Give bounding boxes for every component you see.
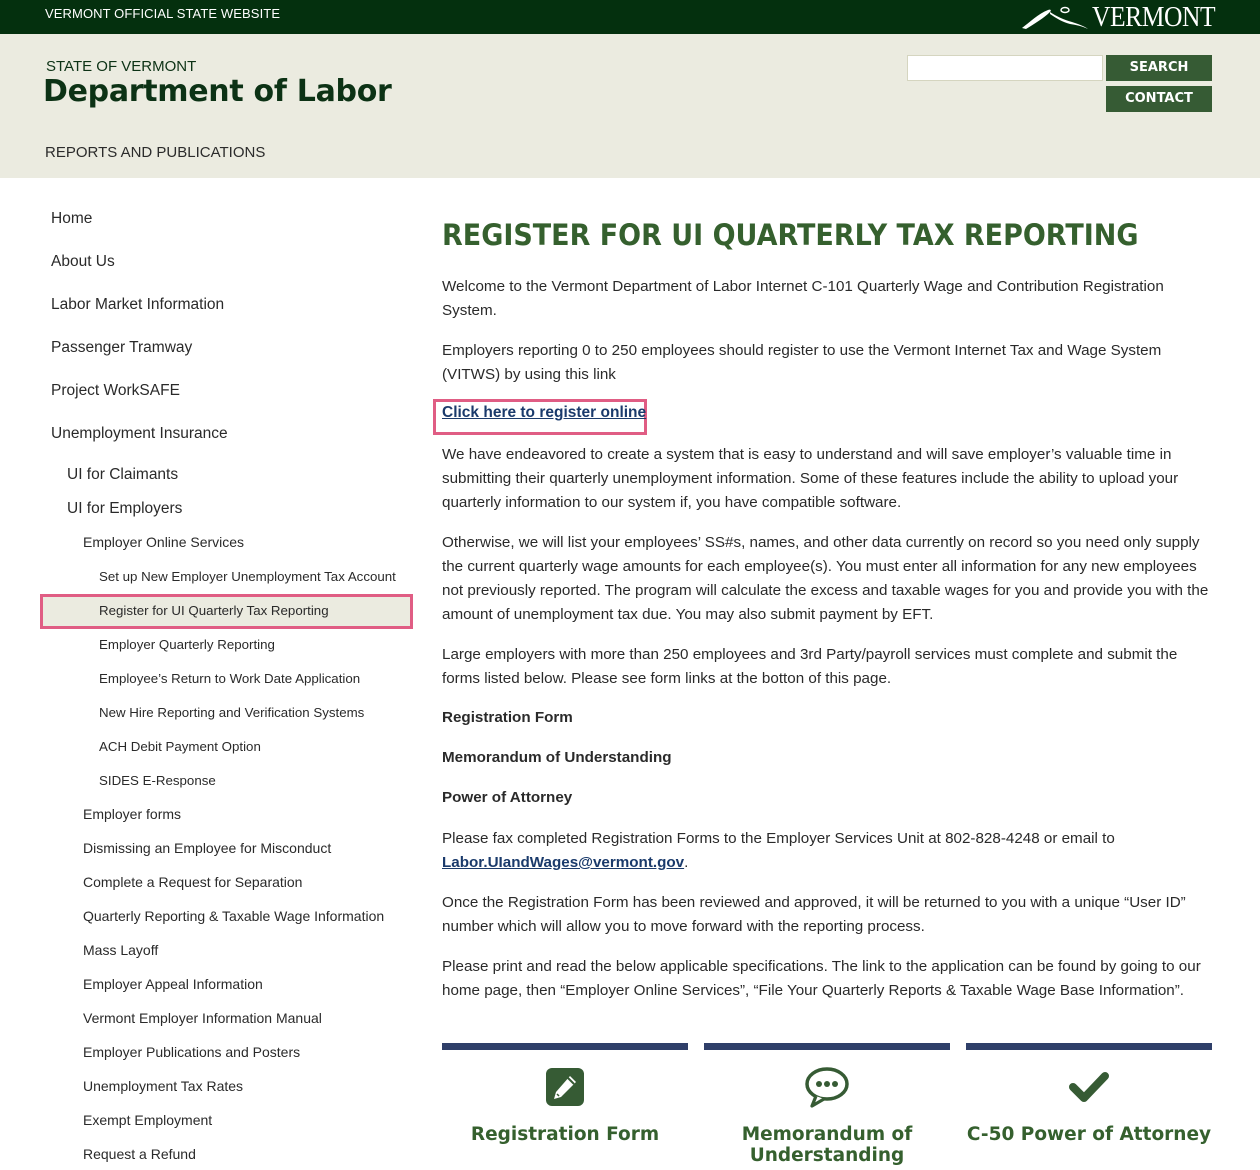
card-top-bar: [966, 1043, 1212, 1050]
intro-paragraph: Welcome to the Vermont Department of Lab…: [442, 278, 1164, 319]
card-memorandum[interactable]: Memorandum of Understanding: [704, 1043, 950, 1170]
pencil-square-icon: [442, 1066, 688, 1108]
vermont-logo-text: VERMONT: [1092, 1, 1216, 33]
state-label: STATE OF VERMONT: [46, 58, 197, 75]
register-online-link[interactable]: Click here to register online: [442, 404, 646, 422]
sidebar-item-tax-rates[interactable]: Unemployment Tax Rates: [83, 1078, 243, 1094]
sidebar-item-publications-posters[interactable]: Employer Publications and Posters: [83, 1044, 300, 1060]
sidebar-item-mass-layoff[interactable]: Mass Layoff: [83, 942, 158, 958]
sidebar-item-return-to-work[interactable]: Employee’s Return to Work Date Applicati…: [99, 671, 360, 686]
sidebar-item-quarterly-taxable-wage[interactable]: Quarterly Reporting & Taxable Wage Infor…: [83, 908, 384, 924]
sidebar-item-project-worksafe[interactable]: Project WorkSAFE: [51, 382, 180, 400]
sidebar-item-unemployment-insurance[interactable]: Unemployment Insurance: [51, 425, 228, 443]
sidebar-item-employer-appeal[interactable]: Employer Appeal Information: [83, 976, 263, 992]
page-title: REGISTER FOR UI QUARTERLY TAX REPORTING: [442, 218, 1139, 252]
sidebar-item-sides-e-response[interactable]: SIDES E-Response: [99, 773, 216, 788]
otherwise-paragraph: Otherwise, we will list your employees’ …: [442, 534, 1209, 623]
print-specs-paragraph: Please print and read the below applicab…: [442, 958, 1201, 999]
department-title[interactable]: Department of Labor: [43, 74, 392, 109]
sidebar-item-ui-claimants[interactable]: UI for Claimants: [67, 466, 178, 484]
sidebar-item-dismissing-employee[interactable]: Dismissing an Employee for Misconduct: [83, 840, 331, 856]
form-memorandum-label: Memorandum of Understanding: [442, 749, 672, 766]
speech-bubble-icon: [704, 1066, 950, 1108]
sidebar-item-employer-forms[interactable]: Employer forms: [83, 806, 181, 822]
small-employers-paragraph: Employers reporting 0 to 250 employees s…: [442, 342, 1162, 383]
search-input[interactable]: [907, 55, 1103, 81]
nav-reports-publications[interactable]: REPORTS AND PUBLICATIONS: [45, 144, 265, 161]
endeavored-paragraph: We have endeavored to create a system th…: [442, 446, 1179, 511]
card-label: Registration Form: [470, 1124, 660, 1145]
form-power-attorney-label: Power of Attorney: [442, 789, 573, 806]
sidebar-item-request-separation[interactable]: Complete a Request for Separation: [83, 874, 302, 890]
official-site-label[interactable]: VERMONT OFFICIAL STATE WEBSITE: [45, 6, 280, 21]
card-label: C-50 Power of Attorney: [966, 1124, 1212, 1145]
sidebar-item-new-hire-reporting[interactable]: New Hire Reporting and Verification Syst…: [99, 705, 364, 720]
once-approved-paragraph: Once the Registration Form has been revi…: [442, 894, 1186, 935]
sidebar-item-employer-online-services[interactable]: Employer Online Services: [83, 534, 244, 550]
contact-button[interactable]: CONTACT: [1106, 86, 1212, 112]
vermont-logo[interactable]: VERMONT: [1020, 0, 1232, 34]
sidebar-item-about-us[interactable]: About Us: [51, 253, 115, 271]
fax-text: Please fax completed Registration Forms …: [442, 830, 1115, 847]
official-state-bar: VERMONT OFFICIAL STATE WEBSITE VERMONT: [0, 0, 1260, 34]
card-label: Memorandum of Understanding: [741, 1124, 913, 1166]
mountain-logo-icon: [1022, 6, 1088, 29]
search-button[interactable]: SEARCH: [1106, 55, 1212, 81]
sidebar-item-register-ui-quarterly[interactable]: Register for UI Quarterly Tax Reporting: [99, 603, 329, 618]
fax-paragraph: Please fax completed Registration Forms …: [442, 827, 1212, 875]
sidebar-item-new-employer-account[interactable]: Set up New Employer Unemployment Tax Acc…: [99, 569, 396, 584]
sidebar-item-labor-market[interactable]: Labor Market Information: [51, 296, 224, 314]
sidebar-item-request-refund[interactable]: Request a Refund: [83, 1146, 196, 1162]
card-power-of-attorney[interactable]: C-50 Power of Attorney: [966, 1043, 1212, 1170]
checkmark-icon: [966, 1066, 1212, 1108]
large-employers-paragraph: Large employers with more than 250 emplo…: [442, 646, 1178, 687]
sidebar-item-ui-employers[interactable]: UI for Employers: [67, 500, 182, 518]
site-header: STATE OF VERMONT Department of Labor REP…: [0, 34, 1260, 178]
fax-end: .: [684, 854, 689, 871]
sidebar-item-passenger-tramway[interactable]: Passenger Tramway: [51, 339, 192, 357]
sidebar-item-exempt-employment[interactable]: Exempt Employment: [83, 1112, 212, 1128]
card-registration-form[interactable]: Registration Form: [442, 1043, 688, 1170]
card-top-bar: [704, 1043, 950, 1050]
sidebar-item-employer-manual[interactable]: Vermont Employer Information Manual: [83, 1010, 322, 1026]
sidebar-item-ach-debit[interactable]: ACH Debit Payment Option: [99, 739, 261, 754]
card-top-bar: [442, 1043, 688, 1050]
sidebar-item-employer-quarterly-reporting[interactable]: Employer Quarterly Reporting: [99, 637, 275, 652]
form-registration-label: Registration Form: [442, 709, 573, 726]
sidebar-item-home[interactable]: Home: [51, 210, 92, 228]
email-link[interactable]: Labor.UIandWages@vermont.gov: [442, 854, 684, 871]
